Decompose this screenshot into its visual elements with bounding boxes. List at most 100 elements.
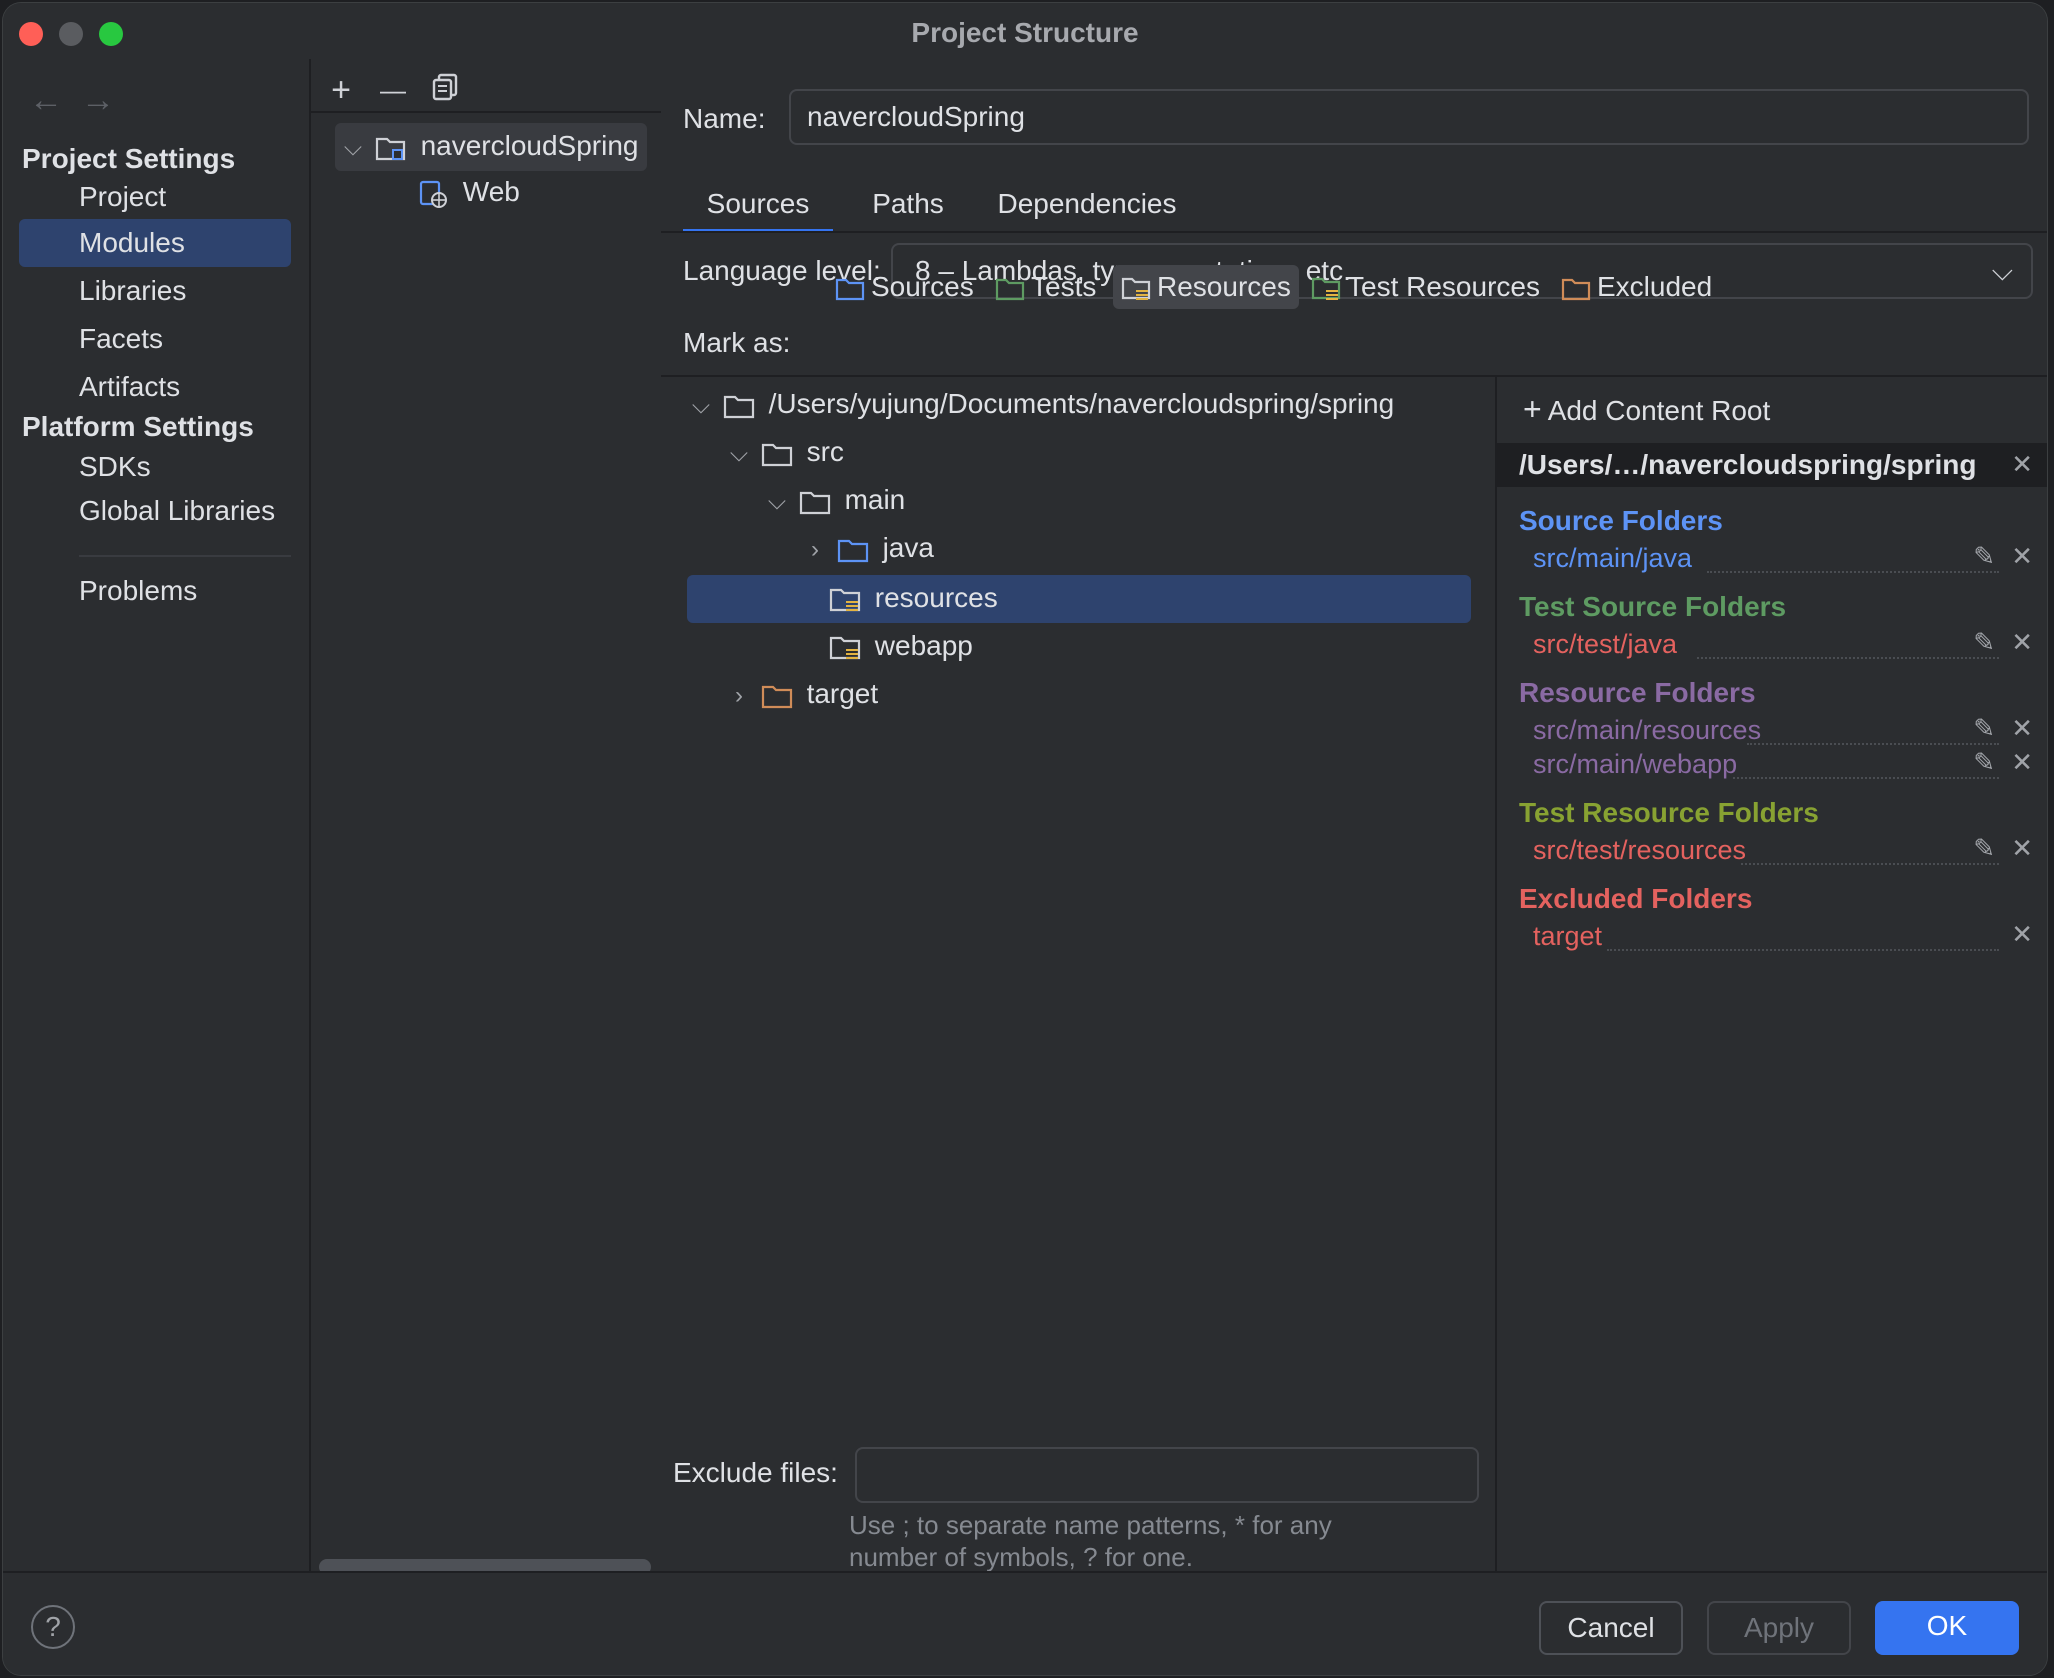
close-icon[interactable]: ✕	[2011, 833, 2033, 864]
help-button[interactable]: ?	[31, 1605, 75, 1649]
resource-folder-path: src/main/resources	[1533, 715, 1762, 745]
sidebar-item-project[interactable]: Project	[19, 173, 291, 221]
tab-sources[interactable]: Sources	[683, 179, 833, 233]
module-facet-web[interactable]: Web	[419, 169, 520, 215]
chevron-right-icon[interactable]: ›	[725, 673, 753, 719]
close-icon[interactable]: ✕	[2011, 919, 2033, 950]
sidebar-item-libraries[interactable]: Libraries	[19, 267, 291, 315]
chevron-down-icon[interactable]: ⌵	[763, 479, 791, 525]
resource-folder-icon	[829, 636, 861, 659]
exclude-files-hint: Use ; to separate name patterns, * for a…	[849, 1510, 1332, 1572]
sidebar-item-modules[interactable]: Modules	[19, 219, 291, 267]
content-root-path: /Users/…/navercloudspring/spring	[1519, 449, 1977, 480]
pencil-icon[interactable]: ✎	[1973, 541, 1995, 572]
resource-folder-icon	[1121, 277, 1151, 300]
folder-icon	[761, 443, 792, 466]
pencil-icon[interactable]: ✎	[1973, 713, 1995, 744]
add-module-button[interactable]: +	[323, 73, 359, 109]
chevron-right-icon[interactable]: ›	[801, 527, 829, 573]
add-content-root-button[interactable]: + Add Content Root	[1523, 391, 1770, 428]
mark-resources-button[interactable]: Resources	[1113, 265, 1299, 309]
sidebar-item-artifacts[interactable]: Artifacts	[19, 363, 291, 411]
cancel-button[interactable]: Cancel	[1539, 1601, 1683, 1655]
resource-folders-heading: Resource Folders	[1519, 677, 1756, 708]
chevron-down-icon[interactable]: ⌵	[725, 431, 753, 477]
close-icon[interactable]: ✕	[2011, 747, 2033, 778]
sidebar-item-sdks[interactable]: SDKs	[19, 443, 291, 491]
source-folder-icon	[837, 539, 868, 562]
close-icon[interactable]: ✕	[2011, 627, 2033, 658]
dialog-footer: ? Cancel Apply OK	[3, 1571, 2047, 1675]
test-source-folder-path: src/test/java	[1533, 629, 1678, 659]
name-label: Name:	[683, 103, 766, 134]
mark-tests-button[interactable]: Tests	[987, 265, 1104, 309]
module-folder-icon	[375, 137, 405, 160]
tree-row-src[interactable]: ⌵ src	[725, 429, 844, 475]
tree-row-java[interactable]: › java	[801, 525, 934, 571]
tree-row-resources[interactable]: resources	[829, 575, 998, 621]
source-folder-path: src/main/java	[1533, 543, 1693, 573]
tab-paths[interactable]: Paths	[853, 179, 963, 229]
module-name-input[interactable]: navercloudSpring	[789, 89, 2029, 145]
test-resource-folder-icon	[1311, 277, 1341, 300]
window-title: Project Structure	[911, 17, 1139, 48]
mark-sources-button[interactable]: Sources	[827, 265, 982, 309]
chevron-down-icon: ⌵	[1991, 255, 2013, 286]
content-root-header: /Users/…/navercloudspring/spring ✕	[1497, 443, 2047, 487]
folder-icon	[799, 491, 830, 514]
sidebar-divider	[79, 555, 291, 557]
sidebar-item-global-libraries[interactable]: Global Libraries	[19, 487, 291, 535]
chevron-down-icon[interactable]: ⌵	[339, 125, 367, 171]
copy-icon[interactable]	[427, 73, 463, 109]
test-resource-folders-heading: Test Resource Folders	[1519, 797, 1819, 828]
pencil-icon[interactable]: ✎	[1973, 833, 1995, 864]
module-root[interactable]: ⌵ navercloudSpring	[339, 123, 639, 171]
pencil-icon[interactable]: ✎	[1973, 747, 1995, 778]
module-root-label: navercloudSpring	[420, 130, 639, 161]
platform-settings-heading: Platform Settings	[22, 411, 254, 442]
sidebar-item-facets[interactable]: Facets	[19, 315, 291, 363]
mark-excluded-button[interactable]: Excluded	[1553, 265, 1720, 309]
ok-button[interactable]: OK	[1875, 1601, 2019, 1655]
titlebar: Project Structure	[3, 3, 2047, 59]
mark-as-label: Mark as:	[683, 327, 791, 358]
exclude-files-label: Exclude files:	[673, 1457, 838, 1488]
excluded-folder-icon	[761, 685, 792, 708]
module-facet-label: Web	[462, 176, 520, 207]
arrow-right-icon[interactable]: →	[81, 81, 115, 120]
chevron-down-icon[interactable]: ⌵	[687, 383, 715, 429]
excluded-folders-heading: Excluded Folders	[1519, 883, 1753, 914]
resource-folder-path: src/main/webapp	[1533, 749, 1738, 779]
excluded-folder-path: target	[1533, 921, 1603, 951]
content-root-tree: ⌵ /Users/yujung/Documents/navercloudspri…	[663, 377, 1493, 1579]
project-structure-window: Project Structure ← → Project Settings P…	[3, 3, 2047, 1675]
test-source-folders-heading: Test Source Folders	[1519, 591, 1787, 622]
remove-content-root-icon[interactable]: ✕	[2011, 449, 2033, 480]
folder-icon	[723, 395, 754, 418]
pencil-icon[interactable]: ✎	[1973, 627, 1995, 658]
tree-row-target[interactable]: › target	[725, 671, 878, 717]
excluded-folder-icon	[1561, 278, 1591, 300]
test-resource-folder-path: src/test/resources	[1533, 835, 1747, 865]
tree-row-main[interactable]: ⌵ main	[763, 477, 905, 523]
resource-folder-icon	[829, 588, 861, 611]
remove-module-button[interactable]: —	[375, 73, 411, 109]
web-facet-icon	[419, 180, 447, 208]
mark-test-resources-button[interactable]: Test Resources	[1303, 265, 1548, 309]
close-icon[interactable]: ✕	[2011, 541, 2033, 572]
source-folder-icon	[835, 278, 865, 300]
arrow-left-icon[interactable]: ←	[29, 81, 63, 120]
content-roots-panel: + Add Content Root /Users/…/navercloudspr…	[1495, 377, 2047, 1579]
modules-panel: + — ⌵ navercloudSpring Web	[309, 59, 663, 1575]
project-settings-heading: Project Settings	[22, 143, 236, 174]
selected-row-highlight	[687, 575, 1471, 623]
sidebar-item-problems[interactable]: Problems	[19, 567, 291, 615]
source-folders-heading: Source Folders	[1519, 505, 1723, 536]
exclude-files-input[interactable]	[855, 1447, 1479, 1503]
tree-row-webapp[interactable]: webapp	[829, 623, 973, 669]
plus-icon: +	[1523, 391, 1542, 427]
tab-dependencies[interactable]: Dependencies	[979, 179, 1195, 229]
apply-button[interactable]: Apply	[1707, 1601, 1851, 1655]
close-icon[interactable]: ✕	[2011, 713, 2033, 744]
tree-row-root[interactable]: ⌵ /Users/yujung/Documents/navercloudspri…	[687, 381, 1394, 427]
